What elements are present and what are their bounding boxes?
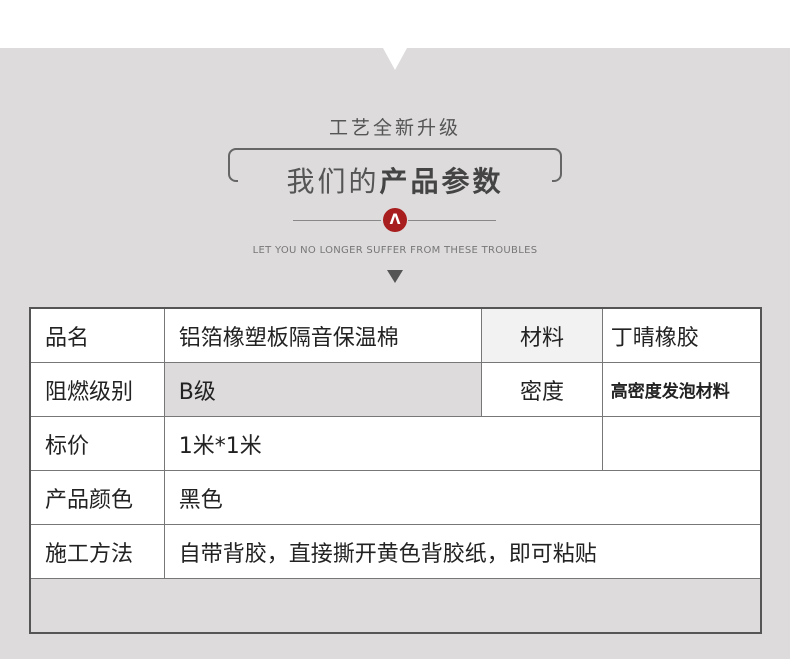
table-cell: 高密度发泡材料 [601,362,762,417]
section-title-bold: 产品参数 [379,165,504,198]
table-row: 品名 铝箔橡塑板隔音保温棉 材料 丁晴橡胶 [29,307,762,363]
table-row: 施工方法 自带背胶，直接撕开黄色背胶纸，即可粘贴 [29,524,762,579]
table-row [29,578,762,634]
section-title-normal: 我们的 [286,165,380,198]
tagline: LET YOU NO LONGER SUFFER FROM THESE TROU… [252,245,538,256]
table-cell: 施工方法 [29,524,165,579]
table-cell: 密度 [481,362,603,417]
table-cell: 产品颜色 [29,470,165,525]
section-title: 我们的产品参数 [0,160,790,200]
table-row: 产品颜色 黑色 [29,470,762,525]
divider-left [293,220,381,221]
table-cell [601,416,762,471]
table-cell: 自带背胶，直接撕开黄色背胶纸，即可粘贴 [163,524,762,579]
table-cell: 标价 [29,416,165,471]
bracket-decoration-top [236,148,554,150]
table-cell: 铝箔橡塑板隔音保温棉 [163,307,483,363]
table-cell: 1米*1米 [163,416,603,471]
divider-right [408,220,496,221]
table-cell: 品名 [29,307,165,363]
top-band [0,0,790,48]
table-cell: 阻燃级别 [29,362,165,417]
table-cell: 黑色 [163,470,762,525]
table-cell: B级 [163,362,483,417]
table-cell: 丁晴橡胶 [601,307,762,363]
table-row: 阻燃级别 B级 密度 高密度发泡材料 [29,362,762,417]
table-cell: 材料 [481,307,603,363]
table-row: 标价 1米*1米 [29,416,762,471]
chevron-up-icon: Λ [383,208,407,232]
product-params-table: 品名 铝箔橡塑板隔音保温棉 材料 丁晴橡胶 阻燃级别 B级 密度 高密度发泡材料… [29,307,762,634]
table-cell-empty [29,578,762,634]
section-subtitle: 工艺全新升级 [328,117,461,139]
arrow-down-icon [387,270,403,283]
notch-decoration [383,48,407,70]
